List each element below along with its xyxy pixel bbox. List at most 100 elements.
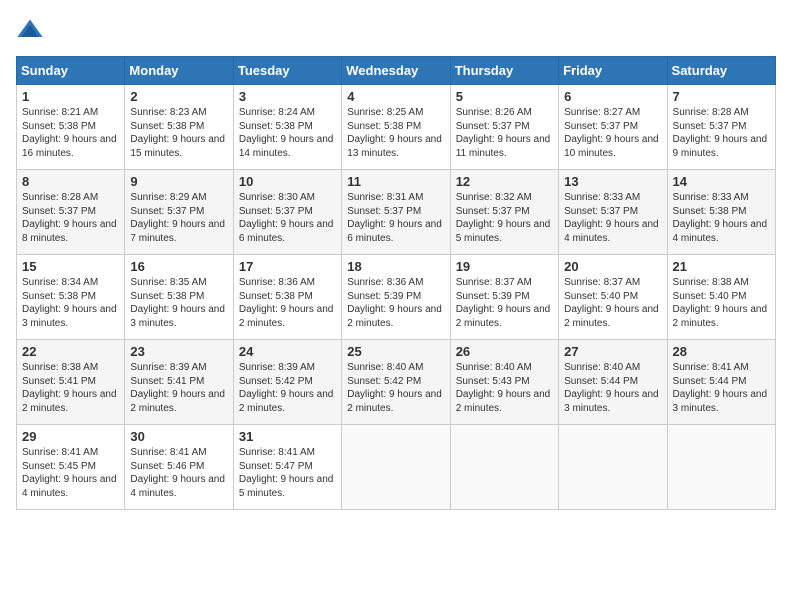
cell-info: Sunrise: 8:26 AMSunset: 5:37 PMDaylight:…	[456, 107, 551, 159]
day-number: 14	[673, 174, 770, 189]
cell-info: Sunrise: 8:39 AMSunset: 5:42 PMDaylight:…	[239, 362, 334, 414]
day-number: 10	[239, 174, 336, 189]
day-number: 1	[22, 89, 119, 104]
cell-info: Sunrise: 8:40 AMSunset: 5:42 PMDaylight:…	[347, 362, 442, 414]
cell-info: Sunrise: 8:41 AMSunset: 5:46 PMDaylight:…	[130, 447, 225, 499]
cell-info: Sunrise: 8:28 AMSunset: 5:37 PMDaylight:…	[22, 192, 117, 244]
cell-info: Sunrise: 8:23 AMSunset: 5:38 PMDaylight:…	[130, 107, 225, 159]
day-number: 9	[130, 174, 227, 189]
cell-info: Sunrise: 8:34 AMSunset: 5:38 PMDaylight:…	[22, 277, 117, 329]
calendar-table: SundayMondayTuesdayWednesdayThursdayFrid…	[16, 56, 776, 510]
cell-info: Sunrise: 8:28 AMSunset: 5:37 PMDaylight:…	[673, 107, 768, 159]
cell-info: Sunrise: 8:27 AMSunset: 5:37 PMDaylight:…	[564, 107, 659, 159]
calendar-cell: 28 Sunrise: 8:41 AMSunset: 5:44 PMDaylig…	[667, 340, 775, 425]
cell-info: Sunrise: 8:31 AMSunset: 5:37 PMDaylight:…	[347, 192, 442, 244]
day-number: 30	[130, 429, 227, 444]
cell-info: Sunrise: 8:38 AMSunset: 5:41 PMDaylight:…	[22, 362, 117, 414]
cell-info: Sunrise: 8:39 AMSunset: 5:41 PMDaylight:…	[130, 362, 225, 414]
day-number: 26	[456, 344, 553, 359]
day-header-tuesday: Tuesday	[233, 57, 341, 85]
day-number: 18	[347, 259, 444, 274]
day-number: 16	[130, 259, 227, 274]
calendar-cell: 9 Sunrise: 8:29 AMSunset: 5:37 PMDayligh…	[125, 170, 233, 255]
calendar-cell	[559, 425, 667, 510]
day-number: 6	[564, 89, 661, 104]
day-header-saturday: Saturday	[667, 57, 775, 85]
day-number: 15	[22, 259, 119, 274]
cell-info: Sunrise: 8:37 AMSunset: 5:39 PMDaylight:…	[456, 277, 551, 329]
calendar-cell: 26 Sunrise: 8:40 AMSunset: 5:43 PMDaylig…	[450, 340, 558, 425]
calendar-cell: 1 Sunrise: 8:21 AMSunset: 5:38 PMDayligh…	[17, 85, 125, 170]
cell-info: Sunrise: 8:40 AMSunset: 5:44 PMDaylight:…	[564, 362, 659, 414]
calendar-cell: 24 Sunrise: 8:39 AMSunset: 5:42 PMDaylig…	[233, 340, 341, 425]
calendar-header-row: SundayMondayTuesdayWednesdayThursdayFrid…	[17, 57, 776, 85]
calendar-week-3: 15 Sunrise: 8:34 AMSunset: 5:38 PMDaylig…	[17, 255, 776, 340]
cell-info: Sunrise: 8:40 AMSunset: 5:43 PMDaylight:…	[456, 362, 551, 414]
day-number: 31	[239, 429, 336, 444]
day-number: 5	[456, 89, 553, 104]
cell-info: Sunrise: 8:32 AMSunset: 5:37 PMDaylight:…	[456, 192, 551, 244]
calendar-cell: 6 Sunrise: 8:27 AMSunset: 5:37 PMDayligh…	[559, 85, 667, 170]
day-number: 21	[673, 259, 770, 274]
calendar-week-1: 1 Sunrise: 8:21 AMSunset: 5:38 PMDayligh…	[17, 85, 776, 170]
cell-info: Sunrise: 8:33 AMSunset: 5:38 PMDaylight:…	[673, 192, 768, 244]
cell-info: Sunrise: 8:35 AMSunset: 5:38 PMDaylight:…	[130, 277, 225, 329]
calendar-cell: 10 Sunrise: 8:30 AMSunset: 5:37 PMDaylig…	[233, 170, 341, 255]
cell-info: Sunrise: 8:30 AMSunset: 5:37 PMDaylight:…	[239, 192, 334, 244]
day-header-wednesday: Wednesday	[342, 57, 450, 85]
calendar-cell: 12 Sunrise: 8:32 AMSunset: 5:37 PMDaylig…	[450, 170, 558, 255]
day-number: 2	[130, 89, 227, 104]
calendar-cell	[450, 425, 558, 510]
calendar-cell: 29 Sunrise: 8:41 AMSunset: 5:45 PMDaylig…	[17, 425, 125, 510]
cell-info: Sunrise: 8:21 AMSunset: 5:38 PMDaylight:…	[22, 107, 117, 159]
cell-info: Sunrise: 8:24 AMSunset: 5:38 PMDaylight:…	[239, 107, 334, 159]
calendar-cell: 2 Sunrise: 8:23 AMSunset: 5:38 PMDayligh…	[125, 85, 233, 170]
day-header-thursday: Thursday	[450, 57, 558, 85]
calendar-cell: 25 Sunrise: 8:40 AMSunset: 5:42 PMDaylig…	[342, 340, 450, 425]
day-number: 17	[239, 259, 336, 274]
logo-icon	[16, 16, 44, 44]
day-number: 23	[130, 344, 227, 359]
calendar-week-5: 29 Sunrise: 8:41 AMSunset: 5:45 PMDaylig…	[17, 425, 776, 510]
calendar-cell: 5 Sunrise: 8:26 AMSunset: 5:37 PMDayligh…	[450, 85, 558, 170]
cell-info: Sunrise: 8:38 AMSunset: 5:40 PMDaylight:…	[673, 277, 768, 329]
cell-info: Sunrise: 8:41 AMSunset: 5:47 PMDaylight:…	[239, 447, 334, 499]
calendar-cell: 27 Sunrise: 8:40 AMSunset: 5:44 PMDaylig…	[559, 340, 667, 425]
cell-info: Sunrise: 8:41 AMSunset: 5:44 PMDaylight:…	[673, 362, 768, 414]
calendar-week-4: 22 Sunrise: 8:38 AMSunset: 5:41 PMDaylig…	[17, 340, 776, 425]
cell-info: Sunrise: 8:36 AMSunset: 5:38 PMDaylight:…	[239, 277, 334, 329]
day-header-sunday: Sunday	[17, 57, 125, 85]
calendar-cell: 17 Sunrise: 8:36 AMSunset: 5:38 PMDaylig…	[233, 255, 341, 340]
calendar-cell: 4 Sunrise: 8:25 AMSunset: 5:38 PMDayligh…	[342, 85, 450, 170]
cell-info: Sunrise: 8:25 AMSunset: 5:38 PMDaylight:…	[347, 107, 442, 159]
day-number: 4	[347, 89, 444, 104]
day-number: 22	[22, 344, 119, 359]
calendar-cell: 16 Sunrise: 8:35 AMSunset: 5:38 PMDaylig…	[125, 255, 233, 340]
day-header-monday: Monday	[125, 57, 233, 85]
day-number: 8	[22, 174, 119, 189]
calendar-cell	[342, 425, 450, 510]
day-number: 25	[347, 344, 444, 359]
cell-info: Sunrise: 8:41 AMSunset: 5:45 PMDaylight:…	[22, 447, 117, 499]
calendar-cell: 13 Sunrise: 8:33 AMSunset: 5:37 PMDaylig…	[559, 170, 667, 255]
calendar-cell: 3 Sunrise: 8:24 AMSunset: 5:38 PMDayligh…	[233, 85, 341, 170]
calendar-cell: 22 Sunrise: 8:38 AMSunset: 5:41 PMDaylig…	[17, 340, 125, 425]
day-number: 29	[22, 429, 119, 444]
cell-info: Sunrise: 8:37 AMSunset: 5:40 PMDaylight:…	[564, 277, 659, 329]
day-number: 24	[239, 344, 336, 359]
calendar-cell: 20 Sunrise: 8:37 AMSunset: 5:40 PMDaylig…	[559, 255, 667, 340]
calendar-cell: 8 Sunrise: 8:28 AMSunset: 5:37 PMDayligh…	[17, 170, 125, 255]
day-number: 12	[456, 174, 553, 189]
day-number: 7	[673, 89, 770, 104]
cell-info: Sunrise: 8:29 AMSunset: 5:37 PMDaylight:…	[130, 192, 225, 244]
calendar-cell: 18 Sunrise: 8:36 AMSunset: 5:39 PMDaylig…	[342, 255, 450, 340]
calendar-cell: 19 Sunrise: 8:37 AMSunset: 5:39 PMDaylig…	[450, 255, 558, 340]
calendar-cell: 31 Sunrise: 8:41 AMSunset: 5:47 PMDaylig…	[233, 425, 341, 510]
calendar-cell: 30 Sunrise: 8:41 AMSunset: 5:46 PMDaylig…	[125, 425, 233, 510]
calendar-cell: 14 Sunrise: 8:33 AMSunset: 5:38 PMDaylig…	[667, 170, 775, 255]
calendar-cell: 21 Sunrise: 8:38 AMSunset: 5:40 PMDaylig…	[667, 255, 775, 340]
cell-info: Sunrise: 8:33 AMSunset: 5:37 PMDaylight:…	[564, 192, 659, 244]
day-number: 3	[239, 89, 336, 104]
calendar-cell	[667, 425, 775, 510]
day-number: 27	[564, 344, 661, 359]
